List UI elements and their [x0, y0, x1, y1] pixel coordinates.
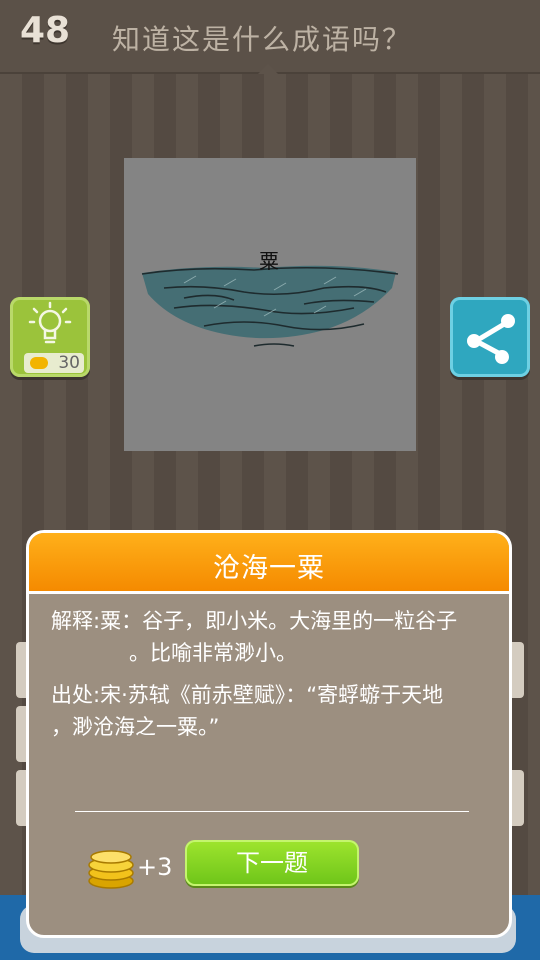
hint-cost-value: 30 — [58, 353, 80, 373]
millet-glyph: 粟 — [259, 249, 279, 273]
explanation-line-2: 。比喻非常渺小。 — [129, 641, 297, 665]
next-question-button[interactable]: 下一题 — [185, 840, 359, 886]
divider — [75, 811, 469, 812]
source-line-2: ，渺沧海之一粟。” — [51, 715, 220, 739]
share-button[interactable] — [450, 297, 530, 377]
puzzle-image: 粟 — [124, 158, 416, 451]
share-icon — [467, 314, 515, 364]
idiom-title: 沧海一粟 — [213, 553, 325, 584]
hint-button[interactable]: 30 — [10, 297, 90, 377]
reward-amount: +3 — [137, 853, 173, 881]
answer-dialog: 沧海一粟 解释:粟：谷子，即小米。大海里的一粒谷子 。比喻非常渺小。 出处:宋·… — [26, 530, 512, 938]
lightbulb-icon — [28, 301, 72, 344]
sea-drawing: 粟 — [141, 249, 399, 347]
answer-header: 沧海一粟 — [29, 533, 509, 594]
level-number: 48 — [20, 10, 71, 51]
coin-stack-icon — [87, 847, 137, 895]
explanation-text: 解释:粟：谷子，即小米。大海里的一粒谷子 。比喻非常渺小。 — [51, 605, 491, 669]
source-text: 出处:宋·苏轼《前赤壁赋》：“寄蜉蝣于天地 ，渺沧海之一粟。” — [51, 679, 491, 743]
source-line-1: 出处:宋·苏轼《前赤壁赋》：“寄蜉蝣于天地 — [51, 683, 444, 707]
question-title: 知道这是什么成语吗？ — [112, 23, 413, 56]
hint-cost-box: 30 — [24, 353, 84, 373]
header-notch — [258, 64, 278, 74]
top-bar: 48 知道这是什么成语吗？ — [0, 0, 540, 72]
coin-icon — [30, 357, 48, 369]
explanation-line-1: 解释:粟：谷子，即小米。大海里的一粒谷子 — [51, 609, 458, 633]
